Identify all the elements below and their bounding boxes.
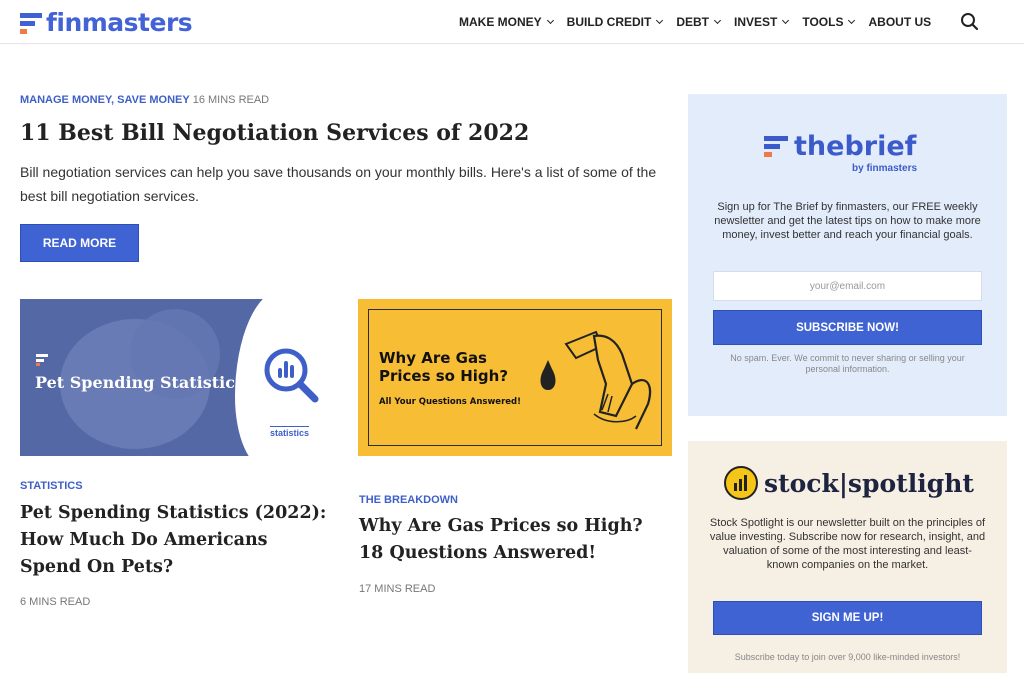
bar-chart-icon xyxy=(724,466,758,500)
stock-description: Stock Spotlight is our newsletter built … xyxy=(709,517,986,571)
card-read-time: 17 MINS READ xyxy=(359,583,436,595)
card-read-time: 6 MINS READ xyxy=(20,596,91,608)
nav-label: DEBT xyxy=(676,15,710,29)
stock-note: Subscribe today to join over 9,000 like-… xyxy=(734,652,961,662)
card-category[interactable]: STATISTICS xyxy=(20,480,83,492)
finmasters-logo-icon xyxy=(764,136,788,160)
chevron-down-icon xyxy=(848,16,856,25)
brief-name: thebrief xyxy=(794,131,917,162)
stock-name: stock|spotlight xyxy=(764,468,974,498)
feature-read-time: 16 MINS READ xyxy=(192,94,270,106)
nav-item-tools[interactable]: TOOLS xyxy=(802,15,856,29)
subscribe-button[interactable]: SUBSCRIBE NOW! xyxy=(713,310,982,345)
search-icon[interactable] xyxy=(960,12,980,32)
nav-label: BUILD CREDIT xyxy=(566,15,652,29)
newsletter-stock-box: stock|spotlight Stock Spotlight is our n… xyxy=(688,441,1007,673)
nav-item-invest[interactable]: INVEST xyxy=(734,15,790,29)
read-more-button[interactable]: READ MORE xyxy=(20,224,139,262)
nav-label: ABOUT US xyxy=(868,15,932,29)
chevron-down-icon xyxy=(546,16,554,25)
nav-item-make-money[interactable]: MAKE MONEY xyxy=(459,15,554,29)
image-caption: Pet Spending Statistics xyxy=(35,373,244,392)
nav-item-debt[interactable]: DEBT xyxy=(676,15,722,29)
logo-text: finmasters xyxy=(46,7,193,37)
brief-description: Sign up for The Brief by finmasters, our… xyxy=(714,201,981,241)
nav-item-build-credit[interactable]: BUILD CREDIT xyxy=(566,15,664,29)
finmasters-logo-icon xyxy=(20,11,42,34)
chevron-down-icon xyxy=(782,16,790,25)
pet-spending-image[interactable]: Pet Spending Statistics statistics xyxy=(20,299,325,456)
card-category[interactable]: THE BREAKDOWN xyxy=(359,494,458,506)
feature-category-links[interactable]: MANAGE MONEY, SAVE MONEY xyxy=(20,94,190,106)
magnifier-chart-icon xyxy=(264,348,319,403)
nav-item-about-us[interactable]: ABOUT US xyxy=(868,15,931,29)
email-field[interactable] xyxy=(713,271,982,301)
thebrief-logo: thebrief xyxy=(764,132,916,162)
newsletter-brief-box: thebrief by finmasters Sign up for The B… xyxy=(688,94,1007,416)
finmasters-logo[interactable]: finmasters xyxy=(20,7,193,37)
chevron-down-icon xyxy=(656,16,664,25)
feature-title[interactable]: 11 Best Bill Negotiation Services of 202… xyxy=(20,120,529,146)
privacy-note: No spam. Ever. We commit to never sharin… xyxy=(730,353,965,374)
brief-byline: by finmasters xyxy=(852,163,918,174)
gas-pump-nozzle-icon xyxy=(540,330,652,430)
feature-categories: MANAGE MONEY, SAVE MONEY 16 MINS READ xyxy=(20,94,269,106)
main-nav: MAKE MONEY BUILD CREDIT DEBT INVEST TOOL… xyxy=(459,15,931,29)
sign-up-button[interactable]: SIGN ME UP! xyxy=(713,601,982,635)
card-title[interactable]: Pet Spending Statistics (2022): How Much… xyxy=(20,500,330,581)
nav-label: TOOLS xyxy=(802,15,844,29)
image-label: statistics xyxy=(270,426,310,438)
site-header: finmasters MAKE MONEY BUILD CREDIT DEBT … xyxy=(0,0,1024,44)
chevron-down-icon xyxy=(713,16,722,25)
nav-label: INVEST xyxy=(734,15,778,29)
image-subheading: All Your Questions Answered! xyxy=(379,397,521,407)
finmasters-logo-icon xyxy=(36,354,48,366)
image-heading: Why Are Gas Prices so High? xyxy=(379,349,509,385)
nav-label: MAKE MONEY xyxy=(459,15,542,29)
gas-prices-image[interactable]: Why Are Gas Prices so High? All Your Que… xyxy=(358,299,672,456)
stock-spotlight-logo: stock|spotlight xyxy=(724,466,974,500)
card-title[interactable]: Why Are Gas Prices so High? 18 Questions… xyxy=(359,513,669,567)
feature-excerpt: Bill negotiation services can help you s… xyxy=(20,164,657,204)
